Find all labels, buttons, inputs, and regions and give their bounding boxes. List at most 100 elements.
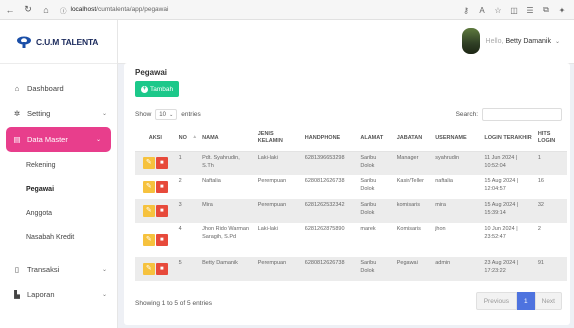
cell-nama: Mira: [202, 202, 213, 208]
column-header-alamat[interactable]: ALAMAT: [357, 126, 394, 152]
cell-hits-login: 91: [537, 260, 544, 266]
home-icon: ⌂: [14, 84, 20, 93]
show-label: Show: [135, 111, 152, 118]
cell-nama: Betty Damanik: [202, 260, 238, 266]
cell-nama: Naftalia: [202, 178, 221, 184]
cell-handphone: 6280812626738: [304, 260, 345, 266]
edit-button[interactable]: ✎: [142, 204, 155, 217]
info-icon: ⓘ: [60, 7, 67, 15]
page-title: Pegawai: [135, 68, 168, 77]
database-icon: ▤: [13, 135, 21, 144]
chevron-down-icon: ⌄: [554, 38, 560, 45]
sidebar-item-laporan[interactable]: ▙ Laporan ⌄: [0, 282, 117, 307]
home-browser-icon[interactable]: ⌂: [38, 2, 54, 18]
cell-jenis-kelamin: Perempuan: [257, 260, 287, 266]
edit-button[interactable]: ✎: [142, 157, 155, 170]
cell-username: syahrudin: [435, 154, 460, 161]
cell-jenis-kelamin: Laki-laki: [257, 226, 278, 232]
document-icon: ▯: [14, 265, 20, 274]
cell-handphone: 6281396653298: [304, 154, 345, 161]
aksi-cell: ✎ ■: [135, 151, 176, 175]
column-header-no[interactable]: NO ▲: [175, 126, 200, 152]
reload-icon[interactable]: ↻: [20, 2, 36, 18]
add-button[interactable]: + Tambah: [135, 81, 180, 97]
column-header-login-terakhir[interactable]: LOGIN TERAKHIR: [481, 126, 535, 152]
chart-icon: ▙: [14, 290, 20, 299]
sidebar-subitem-anggota[interactable]: Anggota: [0, 201, 117, 225]
column-header-jenis-kelamin[interactable]: JENIS KELAMIN: [254, 126, 302, 152]
cell-hits-login: 16: [537, 178, 544, 184]
delete-button[interactable]: ■: [155, 181, 168, 194]
aksi-cell: ✎ ■: [135, 257, 176, 281]
cell-login-terakhir: 15 Aug 2024 | 12:04:57: [484, 178, 519, 193]
chevron-down-icon: ⌄: [101, 111, 107, 117]
cell-jabatan: komisaris: [396, 202, 420, 208]
sidebar-item-transaksi[interactable]: ▯ Transaksi ⌄: [0, 257, 117, 282]
brand-name: C.U.M TALENTA: [36, 36, 99, 47]
brand[interactable]: C.U.M TALENTA: [0, 20, 117, 64]
user-menu[interactable]: Hello, Betty Damanik ⌄: [461, 28, 560, 54]
cell-alamat: marek: [360, 226, 376, 232]
table-row: ✎ ■ 2 Naftalia Perempuan 6280812626738 Sa…: [135, 175, 567, 199]
address-bar[interactable]: ⓘ localhost/cumtalenta/app/pegawai: [60, 3, 168, 17]
search-input[interactable]: [482, 108, 562, 121]
cell-username: mira: [435, 202, 446, 208]
split-screen-icon[interactable]: ◫: [506, 2, 522, 18]
delete-button[interactable]: ■: [155, 205, 168, 218]
edit-button[interactable]: ✎: [142, 233, 155, 246]
aksi-cell: ✎ ■: [135, 223, 176, 257]
page-1-button[interactable]: 1: [517, 292, 535, 310]
column-header-jabatan[interactable]: JABATAN: [393, 126, 433, 152]
column-header-nama[interactable]: NAMA: [199, 126, 255, 152]
url-host: localhost: [70, 6, 97, 13]
cell-username: admin: [435, 260, 451, 266]
cell-no: 1: [178, 154, 182, 161]
chevron-down-icon: ⌄: [95, 137, 101, 143]
cell-no: 5: [178, 260, 182, 266]
table-header-row: AKSI NO ▲ NAMA JENIS KELAMIN HANDPHONE AL…: [135, 126, 567, 152]
cell-login-terakhir: 11 Jun 2024 | 10:52:04: [484, 154, 518, 169]
delete-button[interactable]: ■: [155, 234, 168, 247]
delete-button[interactable]: ■: [155, 157, 168, 170]
favorites-list-icon[interactable]: ☰: [522, 2, 538, 18]
column-header-aksi[interactable]: AKSI: [135, 126, 176, 152]
cell-handphone: 6281262875890: [304, 226, 345, 232]
cell-hits-login: 2: [537, 226, 541, 232]
edit-button[interactable]: ✎: [142, 262, 155, 275]
read-aloud-icon[interactable]: A: [474, 2, 490, 18]
browser-toolbar: ← ↻ ⌂ ⓘ localhost/cumtalenta/app/pegawai…: [0, 0, 574, 20]
add-button-label: Tambah: [150, 85, 174, 93]
table-row: ✎ ■ 3 Mira Perempuan 6281262532342 Saribu…: [135, 199, 567, 223]
next-page-button[interactable]: Next: [534, 292, 562, 310]
previous-page-button[interactable]: Previous: [475, 292, 517, 310]
sidebar-menu: ⌂ Dashboard ✲ Setting ⌄ ▤ Data Master ⌄ …: [0, 64, 117, 307]
table-row: ✎ ■ 1 Pdt. Syahrudin, S.Th Laki-laki 6281…: [135, 151, 567, 175]
collections-icon[interactable]: ⧉: [538, 2, 554, 18]
favorite-icon[interactable]: ☆: [490, 2, 506, 18]
sidebar-item-label: Dashboard: [27, 84, 64, 93]
chevron-down-icon: ⌄: [101, 292, 107, 298]
cell-handphone: 6281262532342: [304, 202, 345, 208]
topbar: Hello, Betty Damanik ⌄: [118, 20, 574, 64]
logo-icon: [17, 36, 31, 48]
column-header-hits-login[interactable]: HITS LOGIN: [534, 126, 567, 152]
sidebar-item-data-master[interactable]: ▤ Data Master ⌄: [6, 127, 111, 152]
extensions-icon[interactable]: ✦: [554, 2, 570, 18]
cell-alamat: Saribu Dolok: [360, 202, 377, 217]
sidebar-subitem-rekening[interactable]: Rekening: [0, 153, 117, 177]
cell-alamat: Saribu Dolok: [360, 154, 377, 169]
back-icon[interactable]: ←: [2, 2, 18, 18]
entries-select[interactable]: 10 ⌄: [155, 109, 178, 120]
cell-no: 3: [178, 202, 182, 208]
column-header-handphone[interactable]: HANDPHONE: [301, 126, 358, 152]
cell-no: 2: [178, 178, 182, 184]
table-row: ✎ ■ 4 Jhon Rido Warman Saragih, S.Pd Laki…: [135, 223, 567, 257]
sidebar-subitem-nasabah-kredit[interactable]: Nasabah Kredit: [0, 225, 117, 249]
column-header-username[interactable]: USERNAME: [432, 126, 482, 152]
sidebar-item-dashboard[interactable]: ⌂ Dashboard: [0, 76, 117, 101]
edit-button[interactable]: ✎: [142, 180, 155, 193]
delete-button[interactable]: ■: [155, 263, 168, 276]
sidebar-subitem-pegawai[interactable]: Pegawai: [0, 177, 117, 201]
sidebar-item-setting[interactable]: ✲ Setting ⌄: [0, 101, 117, 126]
key-icon[interactable]: ⚷: [458, 2, 474, 18]
